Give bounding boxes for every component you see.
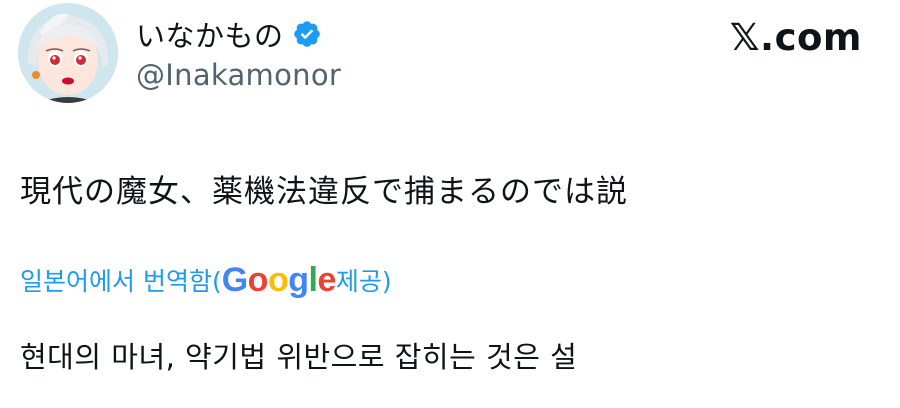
- translation-link[interactable]: 일본어에서 번역함( Google 제공): [20, 258, 392, 302]
- google-letter-o1: o: [247, 260, 269, 299]
- translation-prefix: 일본어에서 번역함(: [20, 267, 222, 296]
- tweet-text: 現代の魔女、薬機法違反で捕まるのでは説: [20, 174, 628, 210]
- avatar-image: [18, 3, 118, 103]
- verified-badge-icon: [292, 19, 322, 49]
- author-handle[interactable]: @Inakamonor: [136, 58, 341, 92]
- x-logo[interactable]: 𝕏.com: [730, 16, 862, 59]
- google-letter-o2: o: [267, 260, 289, 299]
- translation-suffix: 제공): [335, 267, 392, 296]
- avatar[interactable]: [18, 3, 118, 103]
- translated-text: 현대의 마녀, 약기법 위반으로 잡히는 것은 설: [20, 340, 578, 374]
- author-name-row: いなかもの: [136, 14, 322, 54]
- google-letter-g2: g: [288, 260, 309, 299]
- google-letter-g: G: [221, 260, 248, 299]
- google-letter-e: e: [317, 260, 336, 299]
- google-logo: Google: [221, 260, 337, 300]
- display-name[interactable]: いなかもの: [136, 13, 284, 55]
